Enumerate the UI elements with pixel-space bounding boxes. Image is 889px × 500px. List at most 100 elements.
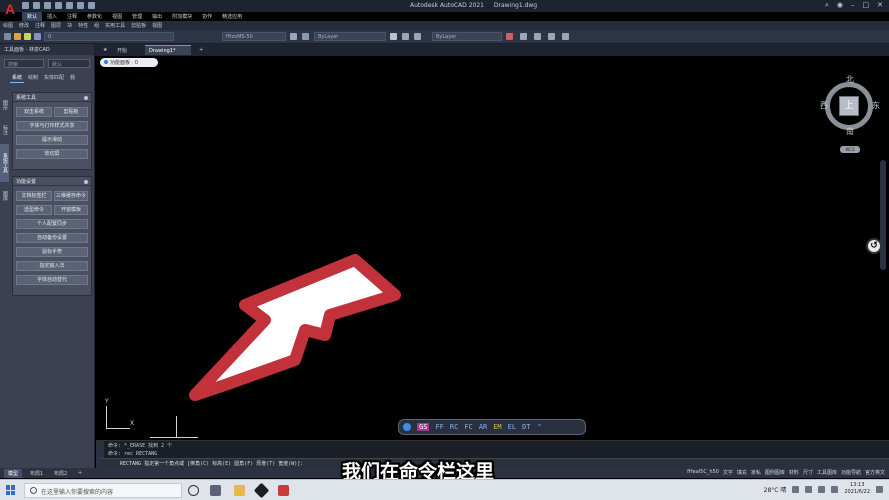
status-item[interactable]: 文字 xyxy=(723,469,733,476)
status-item[interactable]: 填充 xyxy=(737,469,747,476)
layout-tab-1[interactable]: 布局1 xyxy=(26,469,47,478)
quick-cmd-ff[interactable]: FF xyxy=(435,423,443,431)
ribbon-tab[interactable]: 协作 xyxy=(197,12,217,21)
status-item[interactable]: 工具图库 xyxy=(817,469,837,476)
status-item[interactable]: 官方英文 xyxy=(865,469,885,476)
menu-item[interactable]: 剪贴板 xyxy=(128,21,149,30)
quick-cmd-ar[interactable]: AR xyxy=(479,423,487,431)
weather-temp[interactable]: 28°C 晴 xyxy=(764,485,787,494)
select-icon[interactable] xyxy=(562,33,569,40)
ribbon-tab[interactable]: 附加模块 xyxy=(167,12,197,21)
menu-item[interactable]: 视图 xyxy=(149,21,165,30)
quick-cmd-em[interactable]: EM xyxy=(493,423,501,431)
minimize-icon[interactable]: – xyxy=(851,1,855,10)
ribbon-tab[interactable]: 输出 xyxy=(147,12,167,21)
volume-icon[interactable] xyxy=(818,485,826,493)
color-dropdown[interactable]: ByLayer xyxy=(432,32,502,41)
autocad-taskbar-icon[interactable] xyxy=(278,485,289,496)
palette-search-input[interactable]: 搜索 xyxy=(4,59,44,68)
save-icon[interactable] xyxy=(44,2,51,9)
task-view-icon[interactable] xyxy=(210,485,221,496)
status-item[interactable]: fHeal5C_h50 xyxy=(687,469,719,476)
redo-icon[interactable] xyxy=(88,2,95,9)
tool-button[interactable]: 指定输入法 xyxy=(16,261,88,271)
linetype-dropdown[interactable]: ByLayer xyxy=(314,32,386,41)
quick-cmd-el[interactable]: EL xyxy=(508,423,516,431)
tool-button[interactable]: 自动备份设置 xyxy=(16,233,88,243)
ribbon-tab[interactable]: 精选应用 xyxy=(217,12,247,21)
layout-tab-2[interactable]: 布局2 xyxy=(50,469,71,478)
print-icon[interactable] xyxy=(66,2,73,9)
add-tab-button[interactable]: + xyxy=(195,45,207,55)
ribbon-tab[interactable]: 参数化 xyxy=(82,12,107,21)
navigation-bar[interactable] xyxy=(880,160,886,270)
add-layout-button[interactable]: + xyxy=(74,469,86,477)
tool-button[interactable]: 字体与打印样式共享 xyxy=(16,121,88,131)
list-icon[interactable] xyxy=(548,33,555,40)
menu-item[interactable]: 块 xyxy=(64,21,75,30)
menu-item[interactable]: 绘图 xyxy=(0,21,16,30)
zoom-icon[interactable] xyxy=(402,33,409,40)
menu-item[interactable]: 图层 xyxy=(48,21,64,30)
file-explorer-icon[interactable] xyxy=(234,485,245,496)
layout-tab-model[interactable]: 模型 xyxy=(4,469,23,478)
taskbar-search-input[interactable]: 在这里输入你要搜索的内容 xyxy=(24,483,182,498)
tool-button[interactable]: 开窗模板 xyxy=(54,205,88,215)
tray-icon[interactable] xyxy=(792,485,800,493)
viewcube-top-face[interactable]: 上 xyxy=(839,96,859,116)
menu-item[interactable]: 特性 xyxy=(75,21,91,30)
compass-south[interactable]: 南 xyxy=(846,126,854,137)
status-item[interactable]: 尺寸 xyxy=(803,469,813,476)
tab-drawing1[interactable]: Drawing1* xyxy=(145,45,191,55)
steering-wheel-icon[interactable]: ↺ xyxy=(866,238,882,254)
group-title[interactable]: 功能设置 xyxy=(13,177,91,186)
viewcube[interactable]: 上 北 南 西 东 xyxy=(820,74,880,144)
autocad-logo[interactable]: A xyxy=(2,1,18,18)
new-icon[interactable] xyxy=(22,2,29,9)
status-item[interactable]: 功能导航 xyxy=(841,469,861,476)
side-tab[interactable]: 系统工具 xyxy=(0,144,9,182)
command-input[interactable]: RECTANG 指定第一个角点或 [倒角(C) 标高(E) 圆角(F) 厚度(T… xyxy=(100,458,889,468)
menu-item[interactable]: 实用工具 xyxy=(102,21,128,30)
menu-item[interactable]: 组 xyxy=(91,21,102,30)
tool-button[interactable]: 个人配置同步 xyxy=(16,219,88,229)
cortana-icon[interactable] xyxy=(188,485,199,496)
quick-cmd-rc[interactable]: RC xyxy=(450,423,458,431)
undo-icon[interactable] xyxy=(77,2,84,9)
tool-button[interactable]: 剪贴板 xyxy=(54,107,88,117)
ribbon-tab[interactable]: 视图 xyxy=(107,12,127,21)
calc-icon[interactable] xyxy=(534,33,541,40)
side-tab[interactable]: 标注 xyxy=(0,119,9,141)
ime-icon[interactable] xyxy=(831,485,839,493)
linetype-icon[interactable] xyxy=(302,33,309,40)
compass-north[interactable]: 北 xyxy=(846,74,854,85)
ribbon-tab[interactable]: 默认 xyxy=(22,12,43,21)
saveas-icon[interactable] xyxy=(55,2,62,9)
side-tab[interactable]: 图库 xyxy=(0,185,9,207)
status-item[interactable]: 材料 xyxy=(789,469,799,476)
tab-start[interactable]: 开始 xyxy=(113,45,131,55)
tool-button[interactable]: 字体自动替代 xyxy=(16,275,88,285)
tool-button[interactable]: 鼠标手势 xyxy=(16,247,88,257)
layer-icon[interactable] xyxy=(14,33,21,40)
quick-cmd-dt[interactable]: DT xyxy=(522,423,530,431)
clock[interactable]: 13:13 2021/6/22 xyxy=(844,482,870,496)
status-item[interactable]: 图例图库 xyxy=(765,469,785,476)
tool-button[interactable]: 提示滑动 xyxy=(16,135,88,145)
user-icon[interactable]: ◉ xyxy=(837,1,843,10)
maximize-icon[interactable]: □ xyxy=(863,1,870,10)
palette-tab[interactable]: 我 xyxy=(68,73,77,83)
palette-tab[interactable]: 绘制 xyxy=(26,73,40,83)
quick-cmd-gs[interactable]: GS xyxy=(417,423,430,431)
notification-icon[interactable] xyxy=(876,485,883,493)
group-title[interactable]: 系统工具 xyxy=(13,93,91,102)
ribbon-tab[interactable]: 插入 xyxy=(42,12,62,21)
tool-button[interactable]: 三维缓存命令 xyxy=(54,191,88,201)
textstyle-dropdown[interactable]: fHzoMS-50 xyxy=(222,32,286,41)
menu-icon[interactable]: ★ xyxy=(99,45,111,55)
match-icon[interactable] xyxy=(290,33,297,40)
palette-tab[interactable]: 系统 xyxy=(10,73,25,83)
app-logo-icon[interactable] xyxy=(403,423,411,431)
side-tab[interactable]: 图形 xyxy=(0,94,9,116)
compass-east[interactable]: 东 xyxy=(872,100,880,111)
